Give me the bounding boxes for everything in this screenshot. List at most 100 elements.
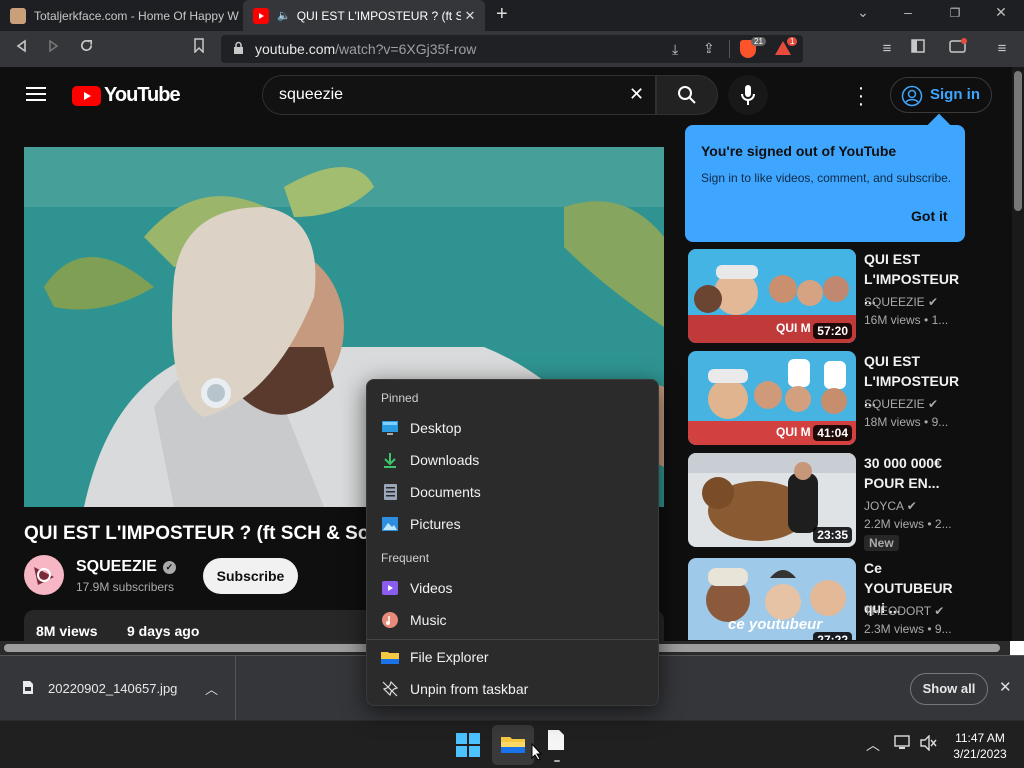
- upload-age: 9 days ago: [127, 623, 200, 639]
- jumplist-label: Pictures: [410, 516, 461, 532]
- jumplist-item-videos[interactable]: Videos: [371, 573, 654, 603]
- youtube-favicon-icon: [253, 7, 269, 24]
- recommendation-meta: 16M views • 1...: [864, 313, 949, 327]
- verified-icon: ✔: [934, 604, 945, 618]
- windows-taskbar: ︿ 11:47 AM 3/21/2023: [0, 720, 1024, 768]
- jumplist-item-downloads[interactable]: Downloads: [371, 445, 654, 475]
- youtube-header: YouTube squeezie ✕ · · · Sign in: [0, 67, 1012, 123]
- recommendation-title[interactable]: 30 000 000€ POUR EN...: [864, 453, 974, 493]
- jumplist-label: Music: [410, 612, 447, 628]
- jumplist-label: Documents: [410, 484, 481, 500]
- subscribe-button[interactable]: Subscribe: [203, 558, 298, 594]
- forward-icon[interactable]: [43, 38, 65, 60]
- vertical-scrollbar[interactable]: [1012, 67, 1024, 641]
- bookmark-icon[interactable]: [188, 38, 210, 60]
- youtube-logo[interactable]: YouTube: [72, 84, 181, 107]
- search-input[interactable]: squeezie ✕: [262, 75, 656, 115]
- lock-icon[interactable]: [233, 41, 244, 60]
- file-explorer-taskbar-button[interactable]: [492, 725, 534, 765]
- speaker-icon[interactable]: 🔈: [277, 9, 291, 22]
- recommendation-channel[interactable]: SQUEEZIE ✔: [864, 397, 938, 411]
- recommendation-channel[interactable]: SQUEEZIE ✔: [864, 295, 938, 309]
- download-file-name: 20220902_140657.jpg: [48, 681, 178, 696]
- address-bar[interactable]: youtube.com/watch?v=6XGj35f-row ⤓ ⇪ 21 1: [221, 35, 803, 63]
- start-button-icon[interactable]: [456, 733, 480, 762]
- verified-icon: ✔: [906, 499, 917, 513]
- hamburger-menu-icon[interactable]: [26, 86, 46, 107]
- channel-avatar[interactable]: [24, 555, 64, 595]
- jumplist-item-file-explorer[interactable]: File Explorer: [371, 642, 654, 672]
- jumplist-item-desktop[interactable]: Desktop: [371, 413, 654, 443]
- youtube-logo-text: YouTube: [104, 84, 181, 106]
- thumbnail-overlay-text: QUI M: [776, 425, 811, 439]
- video-thumbnail[interactable]: 23:35: [688, 453, 856, 547]
- got-it-button[interactable]: Got it: [911, 208, 948, 224]
- search-query-text[interactable]: squeezie: [279, 86, 343, 104]
- verified-icon: ✔: [928, 295, 939, 309]
- jumplist-item-pictures[interactable]: Pictures: [371, 509, 654, 539]
- recommendation-item[interactable]: QUI M 41:04 QUI EST L'IMPOSTEUR ... SQUE…: [688, 351, 1000, 445]
- verified-icon: ✔: [928, 397, 939, 411]
- new-tab-button[interactable]: +: [496, 3, 508, 26]
- minimize-icon[interactable]: –: [898, 4, 918, 20]
- tab-youtube-video[interactable]: 🔈 QUI EST L'IMPOSTEUR ? (ft SCH ✕: [243, 0, 485, 31]
- close-window-icon[interactable]: ✕: [991, 4, 1011, 21]
- url-text[interactable]: youtube.com/watch?v=6XGj35f-row: [255, 41, 476, 57]
- wallet-icon[interactable]: [947, 38, 969, 60]
- browser-toolbar: youtube.com/watch?v=6XGj35f-row ⤓ ⇪ 21 1…: [0, 31, 1024, 67]
- recommendation-meta: 2.2M views • 2...: [864, 517, 952, 531]
- vertical-scrollbar-thumb[interactable]: [1014, 71, 1022, 211]
- jumplist-item-documents[interactable]: Documents: [371, 477, 654, 507]
- settings-menu-icon[interactable]: · · ·: [855, 78, 867, 114]
- video-duration: 23:35: [813, 527, 852, 543]
- sidebar-icon[interactable]: [907, 38, 929, 60]
- network-icon[interactable]: [894, 735, 912, 756]
- tab-search-icon[interactable]: ⌄: [853, 4, 873, 21]
- download-menu-chevron-icon[interactable]: ︿: [205, 679, 218, 698]
- video-thumbnail[interactable]: QUI M 57:20: [688, 249, 856, 343]
- jumplist-item-music[interactable]: Music: [371, 605, 654, 635]
- show-hidden-icons-icon[interactable]: ︿: [866, 735, 880, 755]
- jumplist-item-unpin[interactable]: Unpin from taskbar: [371, 674, 654, 704]
- close-tab-icon[interactable]: ✕: [461, 8, 479, 24]
- tab-totaljerkface[interactable]: Totaljerkface.com - Home Of Happy W: [0, 0, 243, 31]
- popup-title: You're signed out of YouTube: [701, 143, 897, 159]
- notepad-taskbar-button[interactable]: [546, 729, 570, 762]
- menu-icon[interactable]: ≡: [991, 38, 1013, 60]
- sign-in-label: Sign in: [930, 86, 980, 103]
- file-icon: [23, 681, 33, 694]
- clock-time: 11:47 AM: [955, 731, 1005, 745]
- microphone-icon: [741, 85, 755, 105]
- documents-icon: [381, 483, 399, 501]
- close-download-bar-icon[interactable]: ✕: [999, 678, 1012, 696]
- rewards-badge: 1: [787, 37, 798, 46]
- video-thumbnail[interactable]: ce youtubeur 27:22: [688, 558, 856, 640]
- clock-date: 3/21/2023: [953, 747, 1007, 761]
- playlist-icon[interactable]: ≡: [876, 38, 898, 60]
- show-all-button[interactable]: Show all: [910, 673, 988, 705]
- install-app-icon[interactable]: ⤓: [672, 41, 678, 58]
- video-thumbnail[interactable]: QUI M 41:04: [688, 351, 856, 445]
- recommendation-item[interactable]: 23:35 30 000 000€ POUR EN... JOYCA ✔ 2.2…: [688, 453, 1000, 551]
- clock[interactable]: 11:47 AM 3/21/2023: [950, 730, 1010, 762]
- volume-muted-icon[interactable]: [920, 734, 938, 756]
- clear-search-icon[interactable]: ✕: [629, 84, 644, 105]
- back-icon[interactable]: [10, 38, 32, 60]
- search-button[interactable]: [656, 75, 718, 115]
- frequent-header: Frequent: [381, 551, 430, 565]
- jumplist-divider: [367, 639, 658, 640]
- recommendation-channel[interactable]: JOYCA ✔: [864, 499, 917, 513]
- sign-in-button[interactable]: Sign in: [890, 77, 992, 113]
- jumplist-label: File Explorer: [410, 649, 489, 665]
- restore-icon[interactable]: ❐: [945, 6, 965, 20]
- reload-icon[interactable]: [75, 38, 97, 60]
- jumplist-label: Desktop: [410, 420, 462, 436]
- download-item[interactable]: 20220902_140657.jpg ︿: [0, 656, 236, 720]
- recommendation-item[interactable]: ce youtubeur 27:22 Ce YOUTUBEUR qui ... …: [688, 558, 1000, 640]
- thumbnail-overlay-text: QUI M: [776, 321, 811, 335]
- recommendation-item[interactable]: QUI M 57:20 QUI EST L'IMPOSTEUR ... SQUE…: [688, 249, 1000, 343]
- voice-search-button[interactable]: [728, 75, 768, 115]
- channel-name[interactable]: SQUEEZIE ✓: [76, 558, 176, 576]
- share-icon[interactable]: ⇪: [703, 40, 715, 57]
- recommendation-channel[interactable]: THEODORT ✔: [864, 604, 944, 618]
